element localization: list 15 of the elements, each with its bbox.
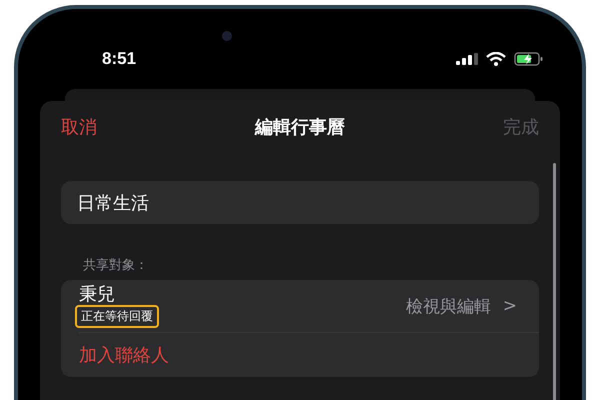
permission-label: 檢視與編輯 — [406, 296, 491, 318]
person-name: 秉兒 — [79, 284, 115, 304]
sheet-title: 編輯行事曆 — [255, 116, 345, 139]
signal-icon — [456, 53, 478, 65]
invitation-status: 正在等待回覆 — [75, 304, 159, 328]
chevron-icon: > — [502, 296, 517, 316]
section-header: 共享對象： — [82, 257, 149, 275]
shared-person-row[interactable]: 秉兒 正在等待回覆 檢視與編輯 > — [61, 280, 539, 332]
camera-icon — [222, 31, 232, 41]
add-contact-button[interactable]: 加入聯絡人 — [61, 333, 539, 377]
cancel-button[interactable]: 取消 — [61, 115, 97, 139]
calendar-name-field[interactable]: 日常生活 — [61, 181, 539, 224]
status-time: 8:51 — [102, 49, 136, 69]
battery-charging-icon — [514, 52, 544, 66]
wifi-icon — [486, 52, 506, 66]
